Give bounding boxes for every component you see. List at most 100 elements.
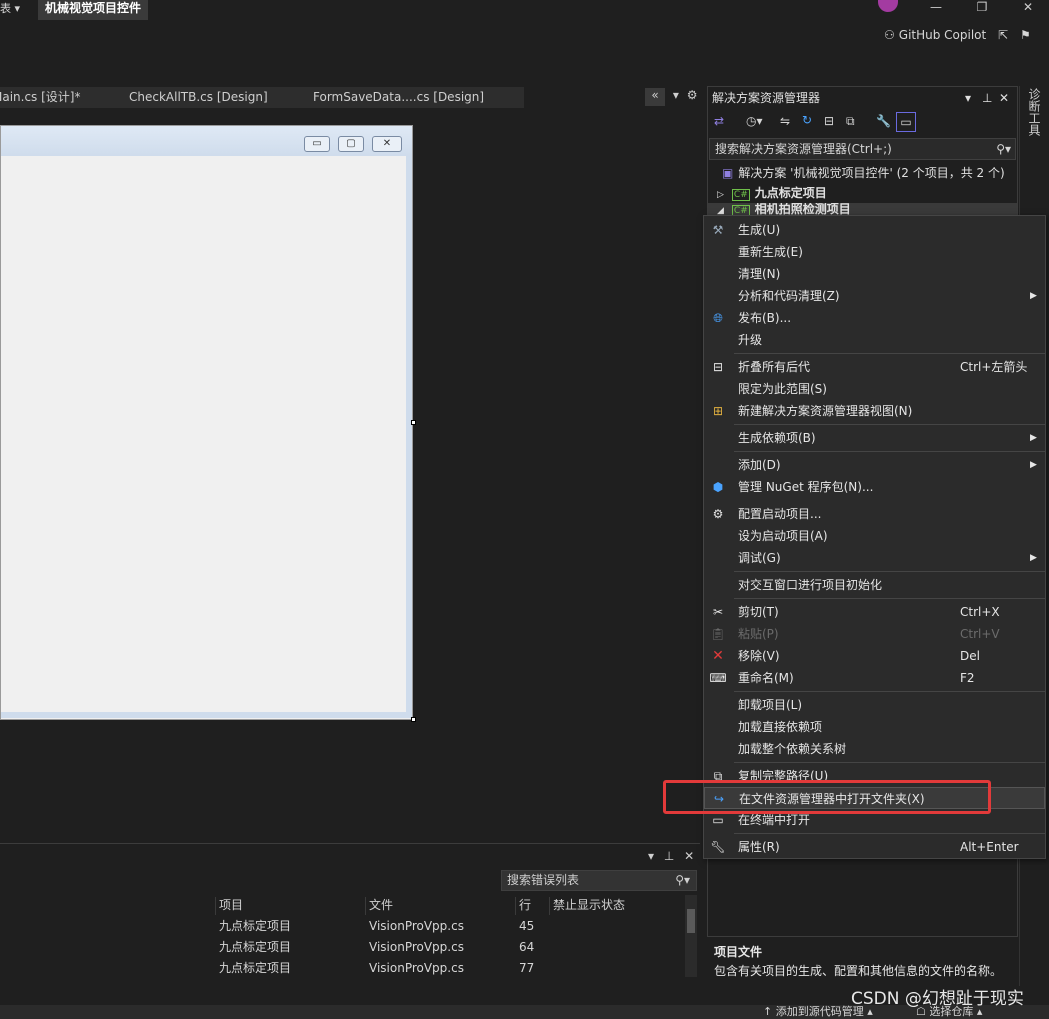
menu-item-build-deps[interactable]: 生成依赖项(B) ▶ [704,427,1045,449]
form-maximize-icon: ▢ [338,136,364,152]
form-titlebar: ▭ ▢ ✕ [1,126,412,156]
properties-icon[interactable]: 🔧 [876,114,891,128]
pin-icon[interactable]: ⊥ [982,88,992,108]
menu-item-properties[interactable]: 🔧︎ 属性(R) Alt+Enter [704,836,1045,858]
close-icon[interactable]: ✕ [684,849,694,863]
cell-project: 九点标定项目 [219,961,292,975]
column-header-line[interactable]: 行 [515,897,551,915]
tab-overflow-icon[interactable]: « [645,88,665,106]
menu-item-load-dep-tree[interactable]: 加载整个依赖关系树 [704,738,1045,760]
menu-item-scope[interactable]: 限定为此范围(S) [704,378,1045,400]
tab-formsavedata-design[interactable]: FormSaveData....cs [Design] [309,87,524,108]
copilot-label: GitHub Copilot [898,28,987,42]
resize-handle[interactable] [411,420,416,425]
menu-label: 重命名(M) [738,671,794,685]
menu-item-debug[interactable]: 调试(G) ▶ [704,547,1045,569]
column-header-project[interactable]: 项目 [215,897,367,915]
tab-checkalltb-design[interactable]: CheckAllTB.cs [Design] [125,87,309,108]
show-all-files-icon[interactable]: ⧉ [846,114,855,129]
history-icon[interactable]: ◷▾ [746,114,763,128]
submenu-arrow-icon: ▶ [1030,460,1037,470]
menu-item-set-startup[interactable]: 设为启动项目(A) [704,525,1045,547]
menu-item-cut[interactable]: ✂ 剪切(T) Ctrl+X [704,601,1045,623]
error-list-scrollbar[interactable] [685,895,697,977]
cell-line: 64 [519,940,535,954]
cell-file: VisionProVpp.cs [369,940,464,954]
menu-label: 移除(V) [738,649,780,663]
cell-file: VisionProVpp.cs [369,919,464,933]
gear-icon[interactable]: ⚙ [687,88,698,102]
submenu-arrow-icon: ▶ [1030,553,1037,563]
highlight-annotation [663,780,991,814]
copilot-button[interactable]: ⚇ GitHub Copilot ⇱ ⚑ [884,28,1031,44]
build-icon: ⚒ [712,223,724,237]
dropdown-icon[interactable]: ▾ [965,88,971,108]
form-preview[interactable]: ▭ ▢ ✕ [0,125,413,720]
pin-icon[interactable]: ⊥ [664,849,674,863]
close-icon[interactable]: ✕ [999,88,1009,108]
column-header-suppression[interactable]: 禁止显示状态 [549,897,681,915]
solution-search-input[interactable]: 搜索解决方案资源管理器(Ctrl+;) ⚲▾ [709,138,1016,160]
tab-controls: « ▾ ⚙ [645,88,697,106]
menu-item-partial[interactable]: 表 ▾ [0,0,20,16]
tree-item-solution[interactable]: ▣ 解决方案 '机械视觉项目控件' (2 个项目，共 2 个) [722,163,1005,183]
menu-item-unload[interactable]: 卸载项目(L) [704,694,1045,716]
feedback-icon[interactable]: ⚑ [1020,28,1031,42]
tree-item-project-1[interactable]: ▷ C# 九点标定项目 [717,183,827,203]
expand-icon[interactable]: ▷ [717,190,724,200]
tree-label: 解决方案 '机械视觉项目控件' (2 个项目，共 2 个) [738,166,1005,180]
menu-item-clean[interactable]: 清理(N) [704,263,1045,285]
close-window-button[interactable]: ✕ [1016,0,1040,16]
menu-item-rebuild[interactable]: 重新生成(E) [704,241,1045,263]
menu-item-add[interactable]: 添加(D) ▶ [704,454,1045,476]
menu-item-interactive-init[interactable]: 对交互窗口进行项目初始化 [704,574,1045,596]
project-title: 机械视觉项目控件 [38,0,149,20]
menu-item-nuget[interactable]: ⬢ 管理 NuGet 程序包(N)... [704,476,1045,498]
dropdown-icon[interactable]: ▾ [648,849,654,863]
scrollbar-thumb[interactable] [687,909,695,933]
menu-label: 分析和代码清理(Z) [738,289,840,303]
menu-shortcut: Ctrl+X [960,605,1000,619]
menu-item-configure-startup[interactable]: ⚙ 配置启动项目... [704,503,1045,525]
menu-item-build[interactable]: ⚒ 生成(U) [704,219,1045,241]
tab-dropdown-icon[interactable]: ▾ [673,88,679,102]
menu-item-remove[interactable]: ✕ 移除(V) Del [704,645,1045,667]
column-header-file[interactable]: 文件 [365,897,517,915]
tree-item-project-2[interactable]: ◢ C# 相机拍照检测项目 [708,203,1017,215]
menu-item-publish[interactable]: 🌐︎ 发布(B)... [704,307,1045,329]
collapse-icon[interactable]: ◢ [717,206,724,215]
minimize-button[interactable]: — [924,0,948,16]
menu-separator [734,691,1045,692]
sync-icon[interactable]: ⇋ [780,114,790,128]
terminal-icon: ▭ [712,813,724,827]
menu-item-load-direct-deps[interactable]: 加载直接依赖项 [704,716,1045,738]
diagnostics-tool-tab[interactable]: 诊断工具 [1026,88,1041,136]
menu-item-analyze[interactable]: 分析和代码清理(Z) ▶ [704,285,1045,307]
menu-label: 新建解决方案资源管理器视图(N) [738,404,913,418]
menu-item-upgrade[interactable]: 升级 [704,329,1045,351]
menu-label: 折叠所有后代 [738,360,811,374]
collapse-all-icon[interactable]: ⊟ [824,114,834,128]
error-search-input[interactable]: 搜索错误列表 ⚲▾ [501,870,697,891]
tree-label: 相机拍照检测项目 [754,203,851,215]
share-icon[interactable]: ⇱ [998,28,1008,42]
menu-label: 调试(G) [738,551,781,565]
watermark: CSDN @幻想趾于现实 [851,989,1024,1009]
resize-handle[interactable] [411,717,416,722]
menu-item-rename[interactable]: ⌨ 重命名(M) F2 [704,667,1045,689]
new-view-icon: ⊞ [712,404,724,418]
submenu-arrow-icon: ▶ [1030,433,1037,443]
menu-item-paste[interactable]: 📋︎ 粘贴(P) Ctrl+V [704,623,1045,645]
restore-button[interactable]: ❐ [970,0,994,16]
preview-icon[interactable]: ▭ [896,112,916,132]
cell-project: 九点标定项目 [219,919,292,933]
menu-label: 设为启动项目(A) [738,529,828,543]
menu-label: 升级 [738,333,763,347]
tab-main-design[interactable]: Main.cs [设计]* [0,87,125,108]
menu-separator [734,353,1045,354]
switch-views-icon[interactable]: ⇄ [714,114,724,128]
menu-separator [734,762,1045,763]
menu-item-new-view[interactable]: ⊞ 新建解决方案资源管理器视图(N) [704,400,1045,422]
refresh-icon[interactable]: ↻ [802,113,812,127]
menu-item-collapse-all[interactable]: ⊟ 折叠所有后代 Ctrl+左箭头 [704,356,1045,378]
